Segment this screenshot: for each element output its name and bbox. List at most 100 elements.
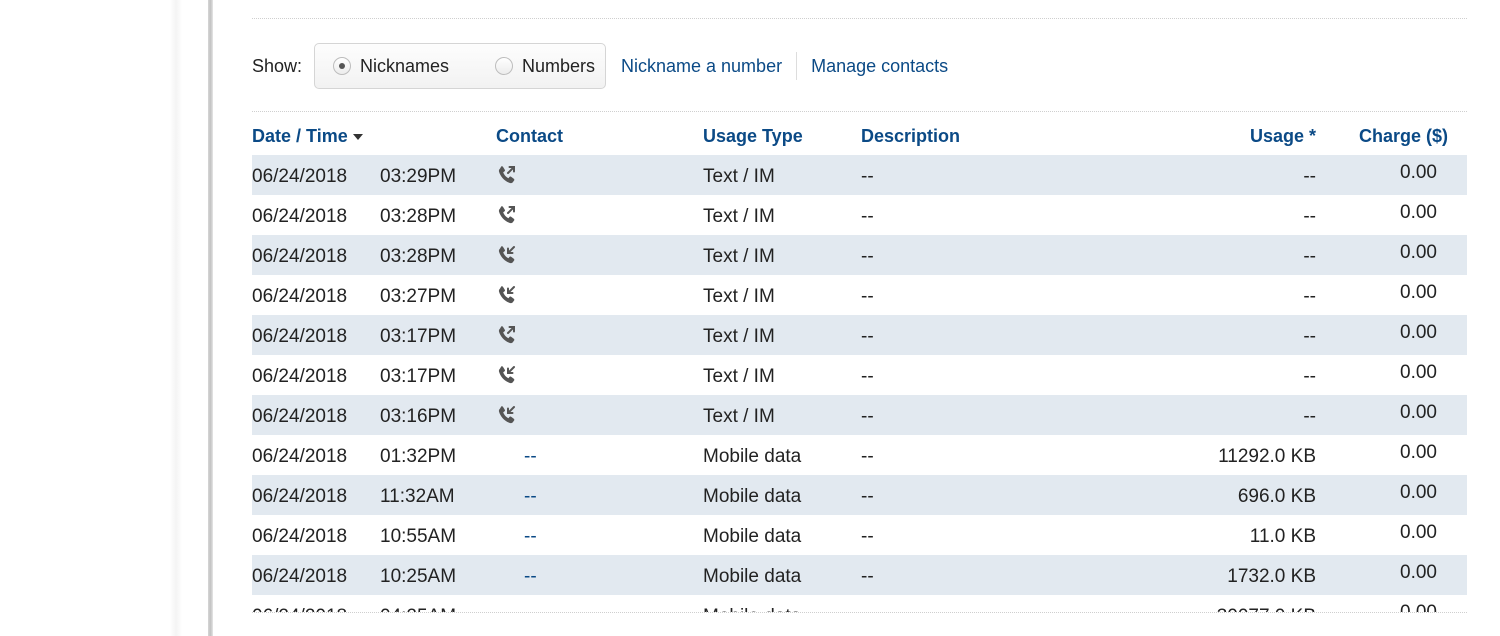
usage-cell: -- — [1303, 206, 1316, 227]
column-usage-type[interactable]: Usage Type — [703, 126, 803, 147]
outgoing-call-icon[interactable] — [496, 164, 518, 186]
contact-cell[interactable]: -- — [524, 446, 537, 468]
incoming-call-icon[interactable] — [496, 364, 518, 386]
column-usage[interactable]: Usage * — [1250, 126, 1316, 147]
radio-numbers[interactable]: Numbers — [495, 56, 595, 77]
table-row: 06/24/2018 03:16PM Text / IM -- -- 0.00 — [252, 395, 1467, 435]
table-row: 06/24/2018 11:32AM -- Mobile data -- 696… — [252, 475, 1467, 515]
left-panel-edge — [0, 0, 210, 636]
divider — [252, 111, 1467, 112]
time-cell: 01:32PM — [380, 446, 457, 467]
outgoing-call-icon[interactable] — [496, 204, 518, 226]
description-cell: -- — [861, 366, 874, 387]
table-row: 06/24/2018 03:27PM Text / IM -- -- 0.00 — [252, 275, 1467, 315]
contact-cell[interactable] — [496, 164, 518, 192]
table-row: 06/24/2018 10:55AM -- Mobile data -- 11.… — [252, 515, 1467, 555]
time-cell: 10:25AM — [380, 566, 457, 587]
contact-cell[interactable]: -- — [524, 566, 537, 588]
charge-cell: 0.00 — [1400, 602, 1437, 612]
contact-cell[interactable] — [496, 364, 518, 392]
sort-desc-icon — [352, 134, 363, 141]
description-cell: -- — [861, 486, 874, 507]
charge-cell: 0.00 — [1400, 402, 1437, 423]
contact-cell[interactable]: -- — [524, 486, 537, 508]
divider — [252, 612, 1467, 613]
table-header: Date / Time Contact Usage Type Descripti… — [252, 120, 1467, 154]
column-contact[interactable]: Contact — [496, 126, 563, 147]
content-border — [208, 0, 213, 636]
date-cell: 06/24/2018 — [252, 406, 348, 427]
usage-cell: -- — [1303, 166, 1316, 187]
usage-cell: 11292.0 KB — [1218, 446, 1316, 467]
contact-cell[interactable] — [496, 404, 518, 432]
radio-selected-icon[interactable] — [333, 57, 351, 75]
table-row: 06/24/2018 10:25AM -- Mobile data -- 173… — [252, 555, 1467, 595]
column-date-time[interactable]: Date / Time — [252, 126, 363, 147]
usage-table-body[interactable]: 06/24/2018 03:29PM Text / IM -- -- 0.00 … — [252, 155, 1467, 612]
radio-nicknames[interactable]: Nicknames — [333, 56, 449, 77]
charge-cell: 0.00 — [1400, 322, 1437, 343]
outgoing-call-icon[interactable] — [496, 324, 518, 346]
date-cell: 06/24/2018 — [252, 566, 348, 587]
column-charge[interactable]: Charge ($) — [1359, 126, 1448, 147]
table-row: 06/24/2018 03:28PM Text / IM -- -- 0.00 — [252, 235, 1467, 275]
table-row: 06/24/2018 03:28PM Text / IM -- -- 0.00 — [252, 195, 1467, 235]
date-cell: 06/24/2018 — [252, 246, 348, 267]
table-row: 06/24/2018 03:29PM Text / IM -- -- 0.00 — [252, 155, 1467, 195]
usage-cell: 11.0 KB — [1249, 526, 1316, 547]
usage-type-cell: Mobile data — [703, 566, 802, 587]
incoming-call-icon[interactable] — [496, 244, 518, 266]
description-cell: -- — [861, 206, 874, 227]
description-cell: -- — [861, 446, 874, 467]
table-row: 06/24/2018 01:32PM -- Mobile data -- 112… — [252, 435, 1467, 475]
time-cell: 03:28PM — [380, 246, 457, 267]
description-cell: -- — [861, 166, 874, 187]
description-cell: -- — [861, 246, 874, 267]
contact-links: Nickname a number Manage contacts — [621, 52, 948, 80]
charge-cell: 0.00 — [1400, 362, 1437, 383]
table-row: 06/24/2018 04:25AM Mobile data 30077.0 K… — [252, 595, 1467, 612]
charge-cell: 0.00 — [1400, 442, 1437, 463]
contact-cell[interactable] — [496, 324, 518, 352]
display-filter-bar: Show: Nicknames Numbers Nickname a numbe… — [252, 42, 948, 90]
usage-type-cell: Text / IM — [703, 166, 775, 187]
time-cell: 03:29PM — [380, 166, 457, 187]
description-cell: -- — [861, 526, 874, 547]
contact-cell[interactable] — [496, 204, 518, 232]
usage-cell: -- — [1303, 326, 1316, 347]
usage-type-cell: Mobile data — [703, 446, 802, 467]
time-cell: 03:27PM — [380, 286, 457, 307]
charge-cell: 0.00 — [1400, 282, 1437, 303]
charge-cell: 0.00 — [1400, 162, 1437, 183]
usage-type-cell: Text / IM — [703, 246, 775, 267]
contact-cell[interactable] — [496, 244, 518, 272]
nickname-a-number-link[interactable]: Nickname a number — [621, 56, 782, 77]
usage-type-cell: Mobile data — [703, 526, 802, 547]
usage-type-cell: Text / IM — [703, 286, 775, 307]
incoming-call-icon[interactable] — [496, 284, 518, 306]
description-cell: -- — [861, 326, 874, 347]
radio-unselected-icon[interactable] — [495, 57, 514, 75]
time-cell: 03:28PM — [380, 206, 457, 227]
date-cell: 06/24/2018 — [252, 446, 348, 467]
description-cell: -- — [861, 566, 874, 587]
contact-cell[interactable] — [496, 284, 518, 312]
description-cell: -- — [861, 406, 874, 427]
divider — [252, 18, 1467, 19]
manage-contacts-link[interactable]: Manage contacts — [811, 56, 948, 77]
column-date-time-label: Date / Time — [252, 126, 348, 146]
usage-type-cell: Text / IM — [703, 206, 775, 227]
display-mode-radio-group: Nicknames Numbers — [314, 43, 606, 89]
table-row: 06/24/2018 03:17PM Text / IM -- -- 0.00 — [252, 355, 1467, 395]
contact-cell[interactable]: -- — [524, 526, 537, 548]
usage-type-cell: Mobile data — [703, 486, 802, 507]
description-cell: -- — [861, 286, 874, 307]
table-row: 06/24/2018 03:17PM Text / IM -- -- 0.00 — [252, 315, 1467, 355]
column-description[interactable]: Description — [861, 126, 960, 147]
radio-numbers-label: Numbers — [522, 55, 596, 76]
date-cell: 06/24/2018 — [252, 326, 348, 347]
incoming-call-icon[interactable] — [496, 404, 518, 426]
usage-cell: -- — [1303, 406, 1316, 427]
date-cell: 06/24/2018 — [252, 366, 348, 387]
date-cell: 06/24/2018 — [252, 166, 348, 187]
